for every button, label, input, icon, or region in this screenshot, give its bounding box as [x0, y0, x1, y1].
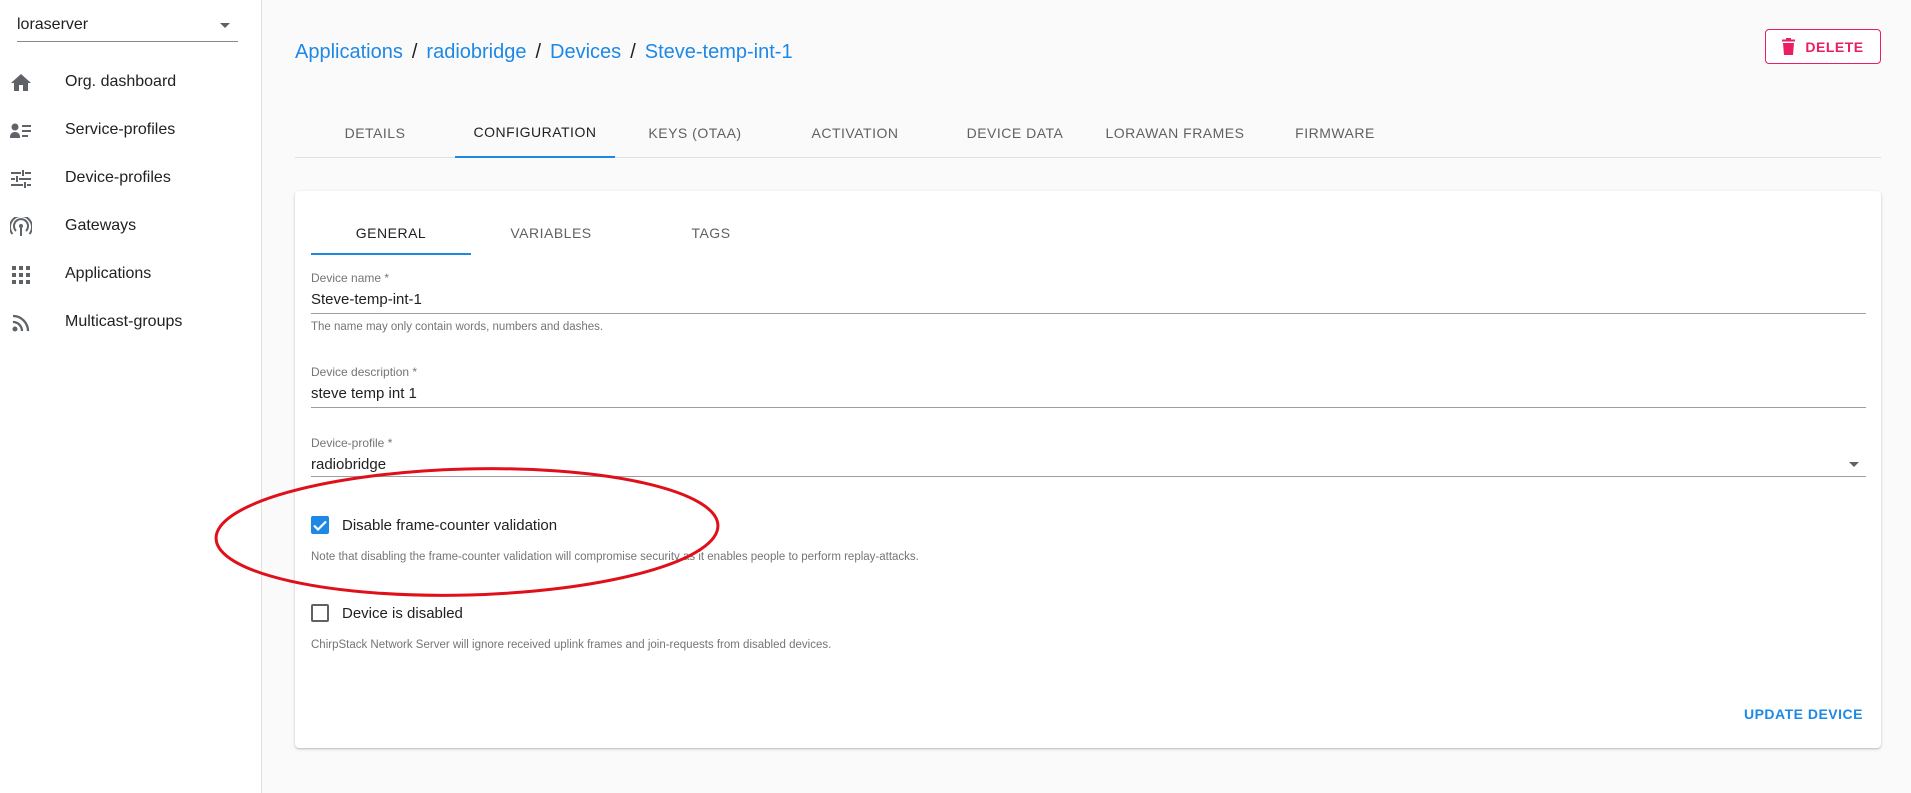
disable-fcnt-help: Note that disabling the frame-counter va…	[311, 551, 919, 563]
breadcrumb-separator: /	[411, 41, 418, 63]
sidebar-item-label: Service-profiles	[65, 121, 176, 138]
top-tabs: DETAILS CONFIGURATION KEYS (OTAA) ACTIVA…	[295, 108, 1881, 158]
delete-button[interactable]: DELETE	[1765, 29, 1881, 64]
device-profile-select[interactable]: radiobridge	[311, 450, 1866, 477]
device-disabled-option[interactable]: Device is disabled	[311, 604, 463, 622]
tab-activation[interactable]: ACTIVATION	[775, 108, 935, 157]
disable-fcnt-checkbox[interactable]	[311, 516, 329, 534]
breadcrumb-devices[interactable]: Devices	[550, 41, 621, 64]
rss-icon	[10, 312, 32, 334]
sidebar-item-label: Applications	[65, 265, 152, 282]
device-name-help: The name may only contain words, numbers…	[311, 321, 604, 333]
disable-fcnt-label: Disable frame-counter validation	[342, 516, 558, 534]
tab-keys-otaa[interactable]: KEYS (OTAA)	[615, 108, 775, 157]
device-disabled-label: Device is disabled	[342, 604, 463, 622]
sidebar-item-gateways[interactable]: Gateways	[0, 202, 262, 250]
sidebar-item-service-profiles[interactable]: Service-profiles	[0, 106, 262, 154]
device-description-input[interactable]	[311, 379, 1866, 408]
sidebar: loraserver Org. dashboard Service-profil…	[0, 0, 262, 793]
apps-grid-icon	[10, 264, 32, 286]
tune-icon	[10, 168, 32, 190]
update-device-button[interactable]: UPDATE DEVICE	[1744, 706, 1863, 722]
breadcrumb: Applications / radiobridge / Devices / S…	[295, 41, 793, 64]
tab-configuration[interactable]: CONFIGURATION	[455, 108, 615, 158]
chevron-down-icon	[220, 23, 230, 28]
organization-select-value: loraserver	[17, 16, 89, 33]
device-disabled-checkbox[interactable]	[311, 604, 329, 622]
account-details-icon	[10, 120, 32, 142]
sidebar-item-multicast-groups[interactable]: Multicast-groups	[0, 298, 262, 346]
device-profile-value: radiobridge	[311, 456, 387, 473]
breadcrumb-separator: /	[630, 41, 636, 63]
trash-icon	[1782, 38, 1796, 55]
tab-details[interactable]: DETAILS	[295, 108, 455, 157]
breadcrumb-application[interactable]: radiobridge	[426, 41, 526, 64]
sidebar-item-label: Multicast-groups	[65, 313, 183, 330]
organization-select[interactable]: loraserver	[17, 10, 238, 42]
home-icon	[10, 72, 32, 94]
device-name-label: Device name *	[311, 271, 390, 285]
tab-general[interactable]: GENERAL	[311, 213, 471, 255]
sidebar-item-applications[interactable]: Applications	[0, 250, 262, 298]
breadcrumb-applications[interactable]: Applications	[295, 41, 403, 64]
device-form-card: GENERAL VARIABLES TAGS Device name * The…	[295, 191, 1881, 748]
device-profile-label: Device-profile *	[311, 436, 393, 450]
tab-lorawan-frames[interactable]: LORAWAN FRAMES	[1095, 108, 1255, 157]
device-name-field: Device name * The name may only contain …	[311, 271, 1866, 333]
sidebar-item-label: Device-profiles	[65, 169, 171, 186]
delete-button-label: DELETE	[1805, 38, 1864, 55]
device-name-input[interactable]	[311, 285, 1866, 314]
device-disabled-help: ChirpStack Network Server will ignore re…	[311, 639, 832, 651]
device-profile-field: Device-profile * radiobridge	[311, 436, 1866, 477]
breadcrumb-separator: /	[535, 41, 542, 63]
sidebar-item-label: Org. dashboard	[65, 73, 177, 90]
sidebar-item-org-dashboard[interactable]: Org. dashboard	[0, 58, 262, 106]
disable-fcnt-option[interactable]: Disable frame-counter validation	[311, 516, 557, 534]
tab-variables[interactable]: VARIABLES	[471, 213, 631, 253]
tab-firmware[interactable]: FIRMWARE	[1255, 108, 1415, 157]
device-description-field: Device description *	[311, 365, 1866, 408]
device-description-label: Device description *	[311, 365, 418, 379]
gateway-icon	[10, 216, 32, 238]
tab-tags[interactable]: TAGS	[631, 213, 791, 253]
sidebar-item-label: Gateways	[65, 217, 137, 234]
chevron-down-icon	[1849, 462, 1859, 467]
sidebar-item-device-profiles[interactable]: Device-profiles	[0, 154, 262, 202]
tab-device-data[interactable]: DEVICE DATA	[935, 108, 1095, 157]
breadcrumb-device[interactable]: Steve-temp-int-1	[645, 41, 793, 64]
